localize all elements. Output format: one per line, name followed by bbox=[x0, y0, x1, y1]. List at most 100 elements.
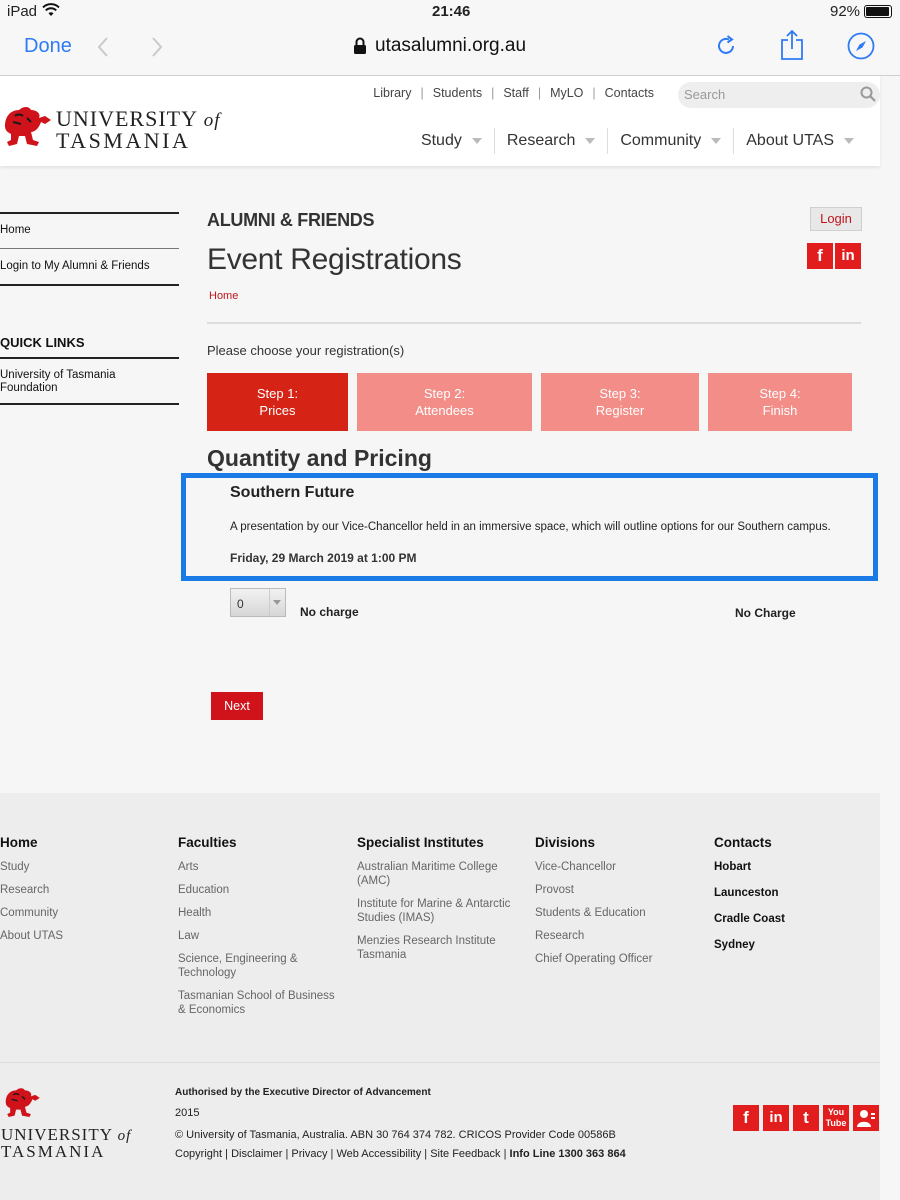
footer-link[interactable]: Institute for Marine & Antarctic Studies… bbox=[357, 897, 522, 925]
sidebar-item-home[interactable]: Home bbox=[0, 224, 179, 236]
step-finish[interactable]: Step 4: Finish bbox=[708, 373, 852, 431]
youtube-icon[interactable]: You Tube bbox=[823, 1105, 849, 1131]
footer-link[interactable]: Arts bbox=[178, 860, 338, 874]
nav-community[interactable]: Community bbox=[607, 128, 733, 154]
footer-link[interactable]: Menzies Research Institute Tasmania bbox=[357, 934, 502, 962]
forward-icon[interactable] bbox=[150, 36, 164, 63]
search-input[interactable]: Search bbox=[678, 82, 880, 108]
step-prices[interactable]: Step 1: Prices bbox=[207, 373, 348, 431]
footer-link[interactable]: Provost bbox=[535, 883, 695, 897]
footer-link[interactable]: Australian Maritime College (AMC) bbox=[357, 860, 507, 888]
chevron-down-icon bbox=[585, 138, 596, 144]
charge-label: No charge bbox=[300, 605, 359, 619]
chevron-down-icon bbox=[711, 138, 722, 144]
footer-link[interactable]: Sydney bbox=[714, 938, 864, 952]
footer-year: 2015 bbox=[175, 1107, 200, 1119]
footer-link[interactable]: Community bbox=[0, 906, 160, 920]
footer-link-copyright[interactable]: Copyright bbox=[175, 1148, 222, 1160]
event-description: A presentation by our Vice-Chancellor he… bbox=[230, 521, 831, 533]
facebook-icon[interactable]: f bbox=[807, 243, 833, 269]
nav-about[interactable]: About UTAS bbox=[733, 128, 866, 154]
footer-link[interactable]: About UTAS bbox=[0, 929, 160, 943]
section-title: ALUMNI & FRIENDS bbox=[207, 210, 375, 230]
footer-divider bbox=[0, 1062, 880, 1063]
quantity-select[interactable]: 0 bbox=[230, 588, 286, 617]
sidebar-divider bbox=[0, 284, 179, 286]
footer-logo-tasmania: TASMANIA bbox=[1, 1142, 106, 1161]
top-link-mylo[interactable]: MyLO bbox=[550, 86, 583, 100]
nav-research-label: Research bbox=[506, 132, 576, 149]
step-label: Step 4: bbox=[759, 386, 801, 401]
chevron-down-icon bbox=[844, 138, 854, 144]
battery-percent: 92% bbox=[830, 3, 861, 20]
sidebar-divider bbox=[0, 212, 179, 214]
footer-col-title: Faculties bbox=[178, 835, 237, 850]
nav-research[interactable]: Research bbox=[493, 128, 607, 154]
step-name: Finish bbox=[762, 403, 798, 418]
nav-study[interactable]: Study bbox=[409, 128, 494, 154]
reload-icon[interactable] bbox=[714, 34, 738, 63]
footer-bottom-links: Copyright | Disclaimer | Privacy | Web A… bbox=[175, 1148, 626, 1160]
linkedin-icon[interactable]: in bbox=[763, 1105, 789, 1131]
lion-logo-icon[interactable] bbox=[1, 104, 53, 155]
footer-link[interactable]: Vice-Chancellor bbox=[535, 860, 695, 874]
top-link-contacts[interactable]: Contacts bbox=[605, 86, 654, 100]
twitter-icon[interactable]: t bbox=[793, 1105, 819, 1131]
url-field[interactable]: utasalumni.org.au bbox=[375, 35, 526, 57]
footer-link-privacy[interactable]: Privacy bbox=[291, 1148, 327, 1160]
footer-link[interactable]: Science, Engineering & Technology bbox=[178, 952, 303, 980]
breadcrumb[interactable]: Home bbox=[209, 290, 238, 302]
back-icon[interactable] bbox=[96, 36, 110, 63]
browser-toolbar: Done utasalumni.org.au bbox=[0, 24, 900, 76]
logo-tasmania: TASMANIA bbox=[56, 128, 191, 153]
footer-link[interactable]: Education bbox=[178, 883, 338, 897]
sidebar-divider bbox=[0, 248, 179, 249]
nav-community-label: Community bbox=[620, 132, 702, 149]
step-label: Step 2: bbox=[423, 386, 466, 401]
top-link-staff[interactable]: Staff bbox=[503, 86, 528, 100]
wifi-icon bbox=[42, 3, 60, 21]
footer-link[interactable]: Tasmanian School of Business & Economics bbox=[178, 989, 338, 1017]
top-link-library[interactable]: Library bbox=[373, 86, 411, 100]
lion-logo-icon[interactable] bbox=[1, 1086, 43, 1125]
sidebar-divider bbox=[0, 403, 179, 405]
page-title: Event Registrations bbox=[207, 243, 462, 276]
facebook-icon[interactable]: f bbox=[733, 1105, 759, 1131]
step-name: Prices bbox=[259, 403, 296, 418]
footer-link[interactable]: Hobart bbox=[714, 860, 864, 874]
footer-link-feedback[interactable]: Site Feedback bbox=[430, 1148, 500, 1160]
footer-link[interactable]: Research bbox=[0, 883, 160, 897]
linkedin-icon[interactable]: in bbox=[835, 243, 861, 269]
authorised-text: Authorised by the Executive Director of … bbox=[175, 1087, 431, 1098]
compass-icon[interactable] bbox=[847, 32, 875, 65]
step-register[interactable]: Step 3: Register bbox=[541, 373, 699, 431]
next-button[interactable]: Next bbox=[211, 692, 263, 720]
footer-link[interactable]: Students & Education bbox=[535, 906, 695, 920]
step-name: Attendees bbox=[415, 403, 474, 418]
footer-link[interactable]: Launceston bbox=[714, 886, 864, 900]
footer-link[interactable]: Chief Operating Officer bbox=[535, 952, 695, 966]
footer-link-accessibility[interactable]: Web Accessibility bbox=[336, 1148, 421, 1160]
footer-link[interactable]: Health bbox=[178, 906, 338, 920]
footer-link[interactable]: Law bbox=[178, 929, 338, 943]
search-icon[interactable] bbox=[860, 86, 876, 105]
step-name: Register bbox=[595, 403, 645, 418]
footer-link[interactable]: Cradle Coast bbox=[714, 912, 864, 926]
step-attendees[interactable]: Step 2: Attendees bbox=[357, 373, 532, 431]
step-label: Step 3: bbox=[599, 386, 641, 401]
instruction-text: Please choose your registration(s) bbox=[207, 343, 405, 358]
done-button[interactable]: Done bbox=[24, 35, 72, 58]
footer-link[interactable]: Study bbox=[0, 860, 160, 874]
step-label: Step 1: bbox=[256, 386, 299, 401]
status-bar: iPad 21:46 92% bbox=[0, 0, 900, 24]
clock: 21:46 bbox=[432, 3, 471, 20]
profile-icon[interactable] bbox=[853, 1105, 879, 1131]
top-link-students[interactable]: Students bbox=[433, 86, 482, 100]
sidebar-item-login[interactable]: Login to My Alumni & Friends bbox=[0, 260, 179, 272]
footer-link-disclaimer[interactable]: Disclaimer bbox=[231, 1148, 282, 1160]
share-icon[interactable] bbox=[780, 29, 804, 66]
footer-col-title[interactable]: Home bbox=[0, 835, 160, 850]
quick-link-foundation[interactable]: University of Tasmania Foundation bbox=[0, 369, 140, 395]
login-button[interactable]: Login bbox=[810, 207, 862, 231]
footer-link[interactable]: Research bbox=[535, 929, 695, 943]
